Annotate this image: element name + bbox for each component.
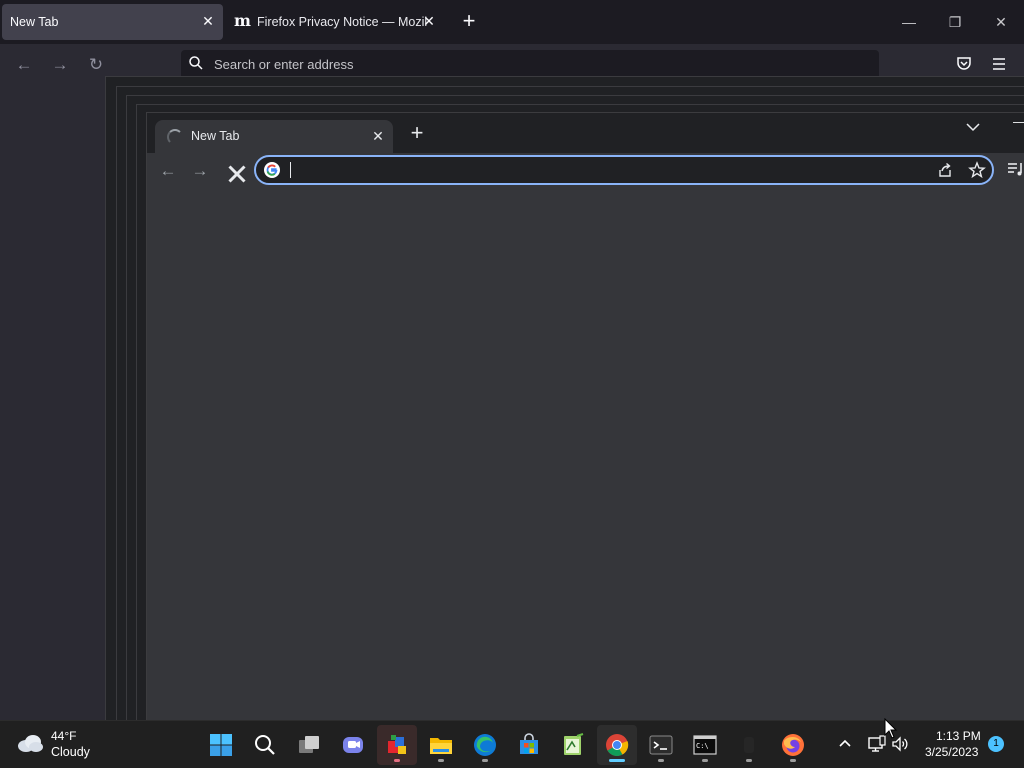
- running-indicator: [702, 759, 708, 762]
- task-view-button[interactable]: [289, 725, 329, 765]
- tab-title: New Tab: [191, 129, 240, 143]
- tab-close-icon[interactable]: ✕: [199, 12, 217, 30]
- chrome-window: New Tab ✕ + — ← →: [146, 112, 1024, 721]
- taskbar-app-edge[interactable]: [465, 725, 505, 765]
- clock-date[interactable]: 3/25/2023: [925, 745, 978, 759]
- show-hidden-icons-chevron-icon[interactable]: [836, 735, 854, 753]
- hamburger-menu-icon[interactable]: [991, 56, 1007, 72]
- running-indicator: [394, 759, 400, 762]
- star-icon[interactable]: [968, 161, 986, 179]
- command-prompt-icon: C:\: [693, 735, 717, 755]
- cloud-weather-icon[interactable]: [16, 732, 44, 754]
- notification-badge[interactable]: 1: [988, 736, 1004, 752]
- chrome-tab-new-tab[interactable]: New Tab ✕: [155, 120, 393, 153]
- taskbar-app-chrome[interactable]: [597, 725, 637, 765]
- search-icon: [255, 735, 275, 755]
- svg-text:C:\: C:\: [696, 742, 709, 750]
- taskbar-search-button[interactable]: [245, 725, 285, 765]
- start-button[interactable]: [201, 725, 241, 765]
- chat-icon: [343, 737, 363, 753]
- stop-icon[interactable]: [225, 162, 249, 186]
- pocket-icon[interactable]: [955, 55, 973, 73]
- running-indicator: [790, 759, 796, 762]
- firefox-icon: [782, 734, 804, 756]
- clock-time[interactable]: 1:13 PM: [936, 729, 981, 743]
- taskbar-app-cmd[interactable]: C:\: [685, 725, 725, 765]
- chrome-new-tab-button[interactable]: +: [405, 122, 429, 146]
- mozilla-favicon-icon: m: [234, 11, 251, 30]
- tab-close-icon[interactable]: ✕: [420, 12, 438, 30]
- taskbar-app-illustrator[interactable]: [377, 725, 417, 765]
- running-indicator: [658, 759, 664, 762]
- maximize-button[interactable]: ❐: [940, 8, 970, 36]
- windows-logo-icon: [210, 734, 232, 756]
- taskbar-app-notepad-plus-plus[interactable]: [553, 725, 593, 765]
- taskbar-app-file-explorer[interactable]: [421, 725, 461, 765]
- address-bar-placeholder: Search or enter address: [214, 57, 354, 72]
- close-window-button[interactable]: ✕: [986, 8, 1016, 36]
- chat-button[interactable]: [333, 725, 373, 765]
- weather-temperature[interactable]: 44°F: [51, 729, 76, 743]
- media-control-icon[interactable]: [1007, 161, 1024, 177]
- reload-icon[interactable]: ↻: [84, 54, 108, 78]
- text-caret: [290, 162, 291, 178]
- paint-app-icon: [388, 735, 406, 754]
- google-g-icon: [264, 162, 280, 178]
- store-icon: [520, 733, 538, 754]
- taskbar-app-store[interactable]: [509, 725, 549, 765]
- forward-icon[interactable]: →: [48, 54, 72, 78]
- loading-spinner-icon: [167, 129, 183, 145]
- chrome-page-content: [147, 189, 1024, 721]
- notepad-plus-plus-icon: [564, 733, 584, 755]
- weather-condition[interactable]: Cloudy: [51, 745, 90, 759]
- running-indicator: [438, 759, 444, 762]
- blank-app-icon: [744, 737, 754, 753]
- tab-label: Firefox Privacy Notice — Mozilla: [257, 15, 427, 29]
- taskbar-app-blank[interactable]: [729, 725, 769, 765]
- tab-search-icon[interactable]: [963, 117, 983, 137]
- terminal-icon: [649, 735, 673, 755]
- back-icon[interactable]: ←: [12, 54, 36, 78]
- firefox-tab-strip: New Tab ✕ m Firefox Privacy Notice — Moz…: [0, 0, 1024, 44]
- share-icon[interactable]: [936, 161, 954, 179]
- search-icon: [189, 56, 203, 70]
- chrome-omnibox[interactable]: [254, 155, 994, 185]
- omnibox-input[interactable]: [290, 161, 890, 181]
- chrome-tab-strip: New Tab ✕ + —: [147, 113, 1024, 153]
- minimize-button[interactable]: —: [894, 8, 924, 36]
- folder-icon: [430, 738, 452, 754]
- edge-icon: [474, 734, 496, 756]
- active-app-indicator: [609, 759, 625, 762]
- firefox-new-tab-button[interactable]: +: [457, 10, 481, 34]
- task-view-icon: [299, 736, 319, 753]
- chrome-icon: [606, 734, 629, 756]
- firefox-tab-new-tab[interactable]: New Tab ✕: [2, 4, 223, 40]
- tab-label: New Tab: [10, 15, 59, 29]
- firefox-tab-privacy-notice[interactable]: m Firefox Privacy Notice — Mozilla ✕: [226, 4, 444, 40]
- running-indicator: [482, 759, 488, 762]
- mouse-pointer-icon: [884, 718, 898, 739]
- running-indicator: [746, 759, 752, 762]
- chrome-minimize-button[interactable]: —: [1013, 113, 1024, 133]
- forward-icon[interactable]: →: [188, 159, 212, 183]
- taskbar-app-terminal[interactable]: [641, 725, 681, 765]
- back-icon[interactable]: ←: [156, 159, 180, 183]
- tab-close-icon[interactable]: ✕: [369, 127, 387, 145]
- taskbar-app-firefox[interactable]: [773, 725, 813, 765]
